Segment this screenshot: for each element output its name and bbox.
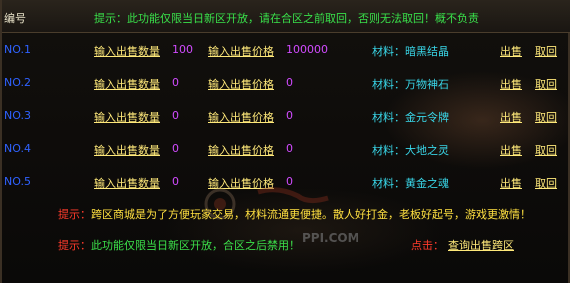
material-name: 材料：大地之灵: [372, 144, 449, 157]
input-quantity-link[interactable]: 输入出售数量: [94, 43, 160, 59]
list-item: NO.1 输入出售数量 100 输入出售价格 100000 材料：暗黑结晶 出售…: [2, 43, 570, 59]
material-name: 材料：暗黑结晶: [372, 45, 449, 58]
tip-prefix: 提示：: [58, 208, 91, 221]
input-price-link[interactable]: 输入出售价格: [208, 175, 274, 191]
price-value: 0: [286, 109, 293, 122]
sell-button[interactable]: 出售: [500, 43, 522, 59]
price-value: 0: [286, 142, 293, 155]
input-price-link[interactable]: 输入出售价格: [208, 76, 274, 92]
quantity-value: 0: [172, 142, 179, 155]
material-name: 材料：金元令牌: [372, 111, 449, 124]
sell-button[interactable]: 出售: [500, 109, 522, 125]
price-value: 0: [286, 175, 293, 188]
retrieve-button[interactable]: 取回: [535, 175, 557, 191]
retrieve-button[interactable]: 取回: [535, 76, 557, 92]
quantity-value: 100: [172, 43, 193, 56]
click-label: 点击：: [411, 239, 444, 252]
list-item: NO.2 输入出售数量 0 输入出售价格 0 材料：万物神石 出售 取回: [2, 76, 570, 92]
header-tip: 提示：此功能仅限当日新区开放，请在合区之前取回，否则无法取回！概不负责: [94, 12, 479, 25]
retrieve-button[interactable]: 取回: [535, 109, 557, 125]
query-sale-link[interactable]: 查询出售跨区: [448, 237, 514, 253]
list-item: NO.3 输入出售数量 0 输入出售价格 0 材料：金元令牌 出售 取回: [2, 109, 570, 125]
input-quantity-link[interactable]: 输入出售数量: [94, 142, 160, 158]
price-value: 100000: [286, 43, 328, 56]
tip-prefix: 提示：: [58, 239, 91, 252]
header-bar: 编号 提示：此功能仅限当日新区开放，请在合区之前取回，否则无法取回！概不负责: [2, 0, 570, 33]
row-number: NO.4: [4, 142, 31, 155]
list-item: NO.5 输入出售数量 0 输入出售价格 0 材料：黄金之魂 出售 取回: [2, 175, 570, 191]
watermark-text: PPI.COM: [302, 231, 358, 245]
row-number: NO.5: [4, 175, 31, 188]
sell-button[interactable]: 出售: [500, 76, 522, 92]
material-name: 材料：黄金之魂: [372, 177, 449, 190]
retrieve-button[interactable]: 取回: [535, 43, 557, 59]
price-value: 0: [286, 76, 293, 89]
input-quantity-link[interactable]: 输入出售数量: [94, 76, 160, 92]
row-number: NO.2: [4, 76, 31, 89]
tip-text: 此功能仅限当日新区开放，合区之后禁用！: [91, 239, 300, 252]
retrieve-button[interactable]: 取回: [535, 142, 557, 158]
row-number: NO.1: [4, 43, 31, 56]
input-quantity-link[interactable]: 输入出售数量: [94, 109, 160, 125]
sell-button[interactable]: 出售: [500, 142, 522, 158]
footer-tip-1: 提示：跨区商城是为了方便玩家交易，材料流通更便捷。散人好打金，老板好起号，游戏更…: [58, 206, 531, 222]
quantity-value: 0: [172, 175, 179, 188]
quantity-value: 0: [172, 109, 179, 122]
tip-text: 跨区商城是为了方便玩家交易，材料流通更便捷。散人好打金，老板好起号，游戏更激情！: [91, 208, 531, 221]
input-price-link[interactable]: 输入出售价格: [208, 43, 274, 59]
trade-panel: 编号 提示：此功能仅限当日新区开放，请在合区之前取回，否则无法取回！概不负责 N…: [0, 0, 570, 283]
input-price-link[interactable]: 输入出售价格: [208, 109, 274, 125]
list-item: NO.4 输入出售数量 0 输入出售价格 0 材料：大地之灵 出售 取回: [2, 142, 570, 158]
row-number: NO.3: [4, 109, 31, 122]
quantity-value: 0: [172, 76, 179, 89]
input-quantity-link[interactable]: 输入出售数量: [94, 175, 160, 191]
sell-button[interactable]: 出售: [500, 175, 522, 191]
number-column-header: 编号: [4, 12, 26, 25]
input-price-link[interactable]: 输入出售价格: [208, 142, 274, 158]
footer-tip-2: 提示：此功能仅限当日新区开放，合区之后禁用！: [58, 237, 300, 253]
material-name: 材料：万物神石: [372, 78, 449, 91]
